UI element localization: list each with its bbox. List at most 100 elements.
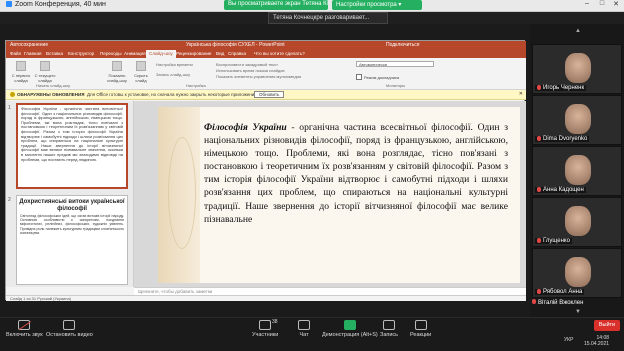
info-icon <box>10 92 15 97</box>
group-setup: Настройка <box>186 83 206 88</box>
participant-video <box>565 257 591 287</box>
mic-muted-icon <box>537 187 541 192</box>
share-notice: Вы просматриваете экран Тетяна Кочнецк <box>224 0 328 10</box>
hide-slide-button[interactable]: Скрыть слайд <box>130 61 152 83</box>
share-screen-button[interactable]: Демонстрация (Alt+S) <box>322 320 378 338</box>
current-slide[interactable]: Філософія України - органічна частина вс… <box>158 107 520 283</box>
update-label: ОБНАРУЖЕНЫ ОБНОВЛЕНИЯ <box>17 92 85 97</box>
participant-tile[interactable]: Глущенко <box>532 197 622 247</box>
participant-name-text: Рябовол Анна <box>543 289 583 295</box>
thumb-2-text: Світогляд філософських ідей, що сягає ви… <box>20 214 124 235</box>
tab-review[interactable]: Рецензирование <box>176 51 211 56</box>
hide-slide-label: Скрыть слайд <box>134 73 148 83</box>
slide-thumbnail-2[interactable]: Дохристиянські витоки української філосо… <box>16 195 128 285</box>
participants-icon <box>259 320 272 330</box>
ppt-title-bar: Автосохранение Українська філософія СУХЕ… <box>6 41 526 50</box>
sign-in-link[interactable]: Подключиться <box>386 42 419 48</box>
participant-name: Игорь Черненк <box>535 85 587 91</box>
tab-home[interactable]: Главная <box>24 51 41 56</box>
monitor-select[interactable]: Автоматически <box>356 61 434 67</box>
from-beginning-button[interactable]: С первого слайда <box>10 61 32 83</box>
tab-help[interactable]: Справка <box>228 51 246 56</box>
show-media-controls[interactable]: Показать элементы управления мультимедиа <box>216 74 301 79</box>
participant-video <box>565 53 591 83</box>
rehearse-timings[interactable]: Настройка времени <box>156 62 193 67</box>
scroll-down-icon[interactable]: ▼ <box>572 309 584 315</box>
from-current-label: С текущего слайда <box>34 73 56 83</box>
window-title: Zoom Конференция, 40 мин <box>6 1 106 8</box>
participant-tile[interactable]: Рябовол Анна <box>532 248 622 298</box>
unmute-button[interactable]: Включить звук <box>6 320 43 338</box>
play-narrations[interactable]: Воспроизвести закадровый текст <box>216 62 278 67</box>
minimize-icon[interactable]: – <box>580 0 594 7</box>
tab-design[interactable]: Конструктор <box>68 51 94 56</box>
participant-tile[interactable]: Анна Кадощен <box>532 146 622 196</box>
participant-video <box>565 206 591 236</box>
setup-slideshow-button[interactable]: Показать слайд-шоу <box>106 61 128 83</box>
chat-button[interactable]: Чат <box>298 320 310 338</box>
tab-insert[interactable]: Вставка <box>46 51 63 56</box>
participant-tile[interactable]: Игорь Черненк <box>532 44 622 94</box>
reactions-button[interactable]: Реакции <box>410 320 431 338</box>
tell-me-search[interactable]: Что вы хотите сделать? <box>254 51 305 56</box>
leave-button[interactable]: Выйти <box>594 320 620 331</box>
clock-date: 15.04.2021 <box>584 341 610 347</box>
close-icon[interactable]: ✕ <box>609 0 623 8</box>
participant-name-text: Віталій Вжоклен <box>538 300 584 306</box>
close-icon[interactable]: ✕ <box>519 91 523 97</box>
setup-label: Показать слайд-шоу <box>107 73 127 83</box>
participant-name: Анна Кадощен <box>535 187 586 193</box>
tab-animations[interactable]: Анимация <box>124 51 146 56</box>
slide-body-text: - органічна частина всесвітньої філософі… <box>204 122 509 225</box>
maximize-icon[interactable]: □ <box>595 0 609 7</box>
update-notification: ОБНАРУЖЕНЫ ОБНОВЛЕНИЯ Для Office готовы … <box>6 90 526 100</box>
participant-tile[interactable]: Dima Dvoryenko <box>532 95 622 145</box>
chat-label: Чат <box>299 332 309 338</box>
share-screen-icon <box>343 320 356 330</box>
presenter-view-checkbox[interactable]: Режим докладчика <box>356 74 399 80</box>
from-current-button[interactable]: С текущего слайда <box>34 61 56 83</box>
system-clock[interactable]: 14:08 15.04.2021 <box>584 335 609 347</box>
notes-pane[interactable]: Щелкните, чтобы добавить заметки <box>134 287 526 295</box>
participants-button[interactable]: 38 Участники <box>252 319 278 338</box>
slide-thumbnail-1[interactable]: Філософія України - органічна частина вс… <box>16 103 128 189</box>
record-slideshow[interactable]: Запись слайд-шоу <box>156 72 190 77</box>
update-text: Для Office готовы к установке, но сначал… <box>86 92 258 97</box>
participant-name-text: Анна Кадощен <box>543 187 584 193</box>
group-monitors: Мониторы <box>386 83 406 88</box>
slideshow-icon <box>16 61 26 71</box>
tab-view[interactable]: Вид <box>216 51 224 56</box>
scroll-up-icon[interactable]: ▲ <box>572 28 584 34</box>
stop-video-button[interactable]: Остановить видео <box>46 320 93 338</box>
participants-count: 38 <box>272 319 278 325</box>
autosave-label[interactable]: Автосохранение <box>10 42 48 48</box>
speaking-banner: Тетяна Кочнецкре разговаривает... <box>268 12 388 24</box>
tab-transitions[interactable]: Переходы <box>100 51 122 56</box>
record-button[interactable]: Запись <box>380 320 398 338</box>
zoom-title-bar: Zoom Конференция, 40 мин Вы просматривае… <box>0 0 624 12</box>
slide-thumbnails-pane[interactable]: Філософія України - органічна частина вс… <box>6 101 134 287</box>
participant-video-panel: ▲ Игорь Черненк Dima Dvoryenko Анна Кадо… <box>530 24 624 317</box>
unmute-label: Включить звук <box>6 332 43 338</box>
mic-off-icon <box>18 320 31 330</box>
thumb-2-heading: Дохристиянські витоки української філосо… <box>19 199 125 212</box>
stop-video-label: Остановить видео <box>46 332 93 338</box>
use-timings[interactable]: Использовать время показа слайдов <box>216 68 285 73</box>
mic-muted-icon <box>537 289 541 294</box>
thumb-1-text: Філософія України - органічна частина вс… <box>21 106 123 162</box>
camera-icon <box>63 320 76 330</box>
slide-title-term: Філософія України <box>204 122 287 133</box>
participant-name: Віталій Вжоклен <box>532 299 622 309</box>
mic-muted-icon <box>532 299 536 304</box>
view-options-button[interactable]: Настройки просмотра ▾ <box>332 0 422 10</box>
reactions-icon <box>414 320 427 330</box>
share-label: Демонстрация (Alt+S) <box>322 332 378 338</box>
zoom-logo-icon <box>6 1 12 7</box>
update-button[interactable]: Обновить <box>254 91 285 98</box>
tab-file[interactable]: Файл <box>10 51 21 56</box>
language-indicator[interactable]: УКР <box>564 337 573 343</box>
record-label: Запись <box>380 332 399 338</box>
tab-slideshow[interactable]: Слайд-шоу <box>146 50 176 58</box>
slide-text-box[interactable]: Філософія України - органічна частина вс… <box>204 121 508 226</box>
record-icon <box>383 320 396 330</box>
